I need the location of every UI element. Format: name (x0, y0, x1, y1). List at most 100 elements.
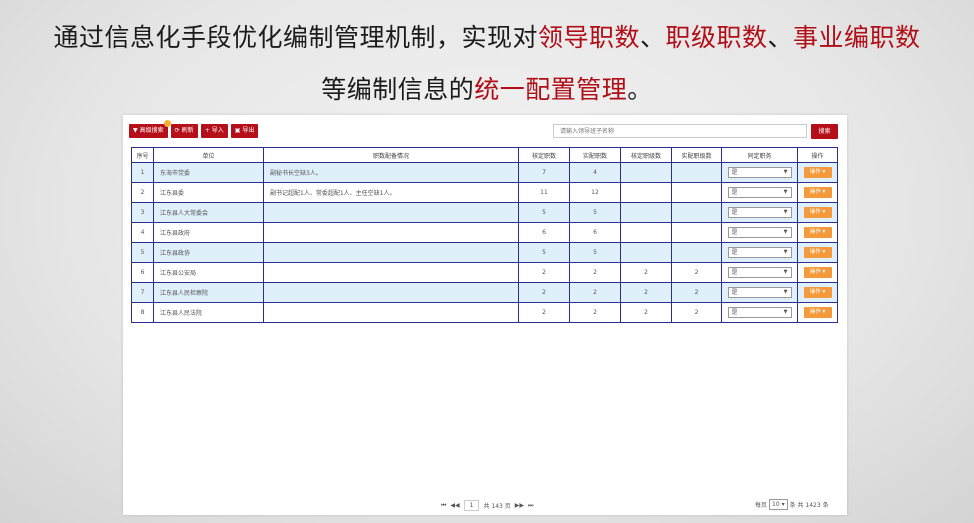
fixed-duty-select[interactable]: 是 ▼ (727, 307, 792, 318)
cell-fixed-duty: 是 ▼ (721, 182, 798, 203)
cell-actual-posts: 5 (569, 242, 621, 263)
col-header-actions: 操作 (797, 147, 838, 163)
chevron-down-icon: ▼ (783, 269, 788, 275)
table-row[interactable]: 1 东海市党委 副秘书长空缺3人。 7 4 是 ▼ 操作 ▾ (131, 162, 838, 183)
fixed-duty-select[interactable]: 是 ▼ (727, 187, 792, 198)
chevron-down-icon: ▼ (783, 229, 788, 235)
table-row[interactable]: 6 江东县公安局 2 2 2 2 是 ▼ 操作 ▾ (131, 262, 838, 283)
cell-actual-posts: 2 (569, 282, 621, 303)
cell-approved-ranks: 2 (620, 282, 672, 303)
search-input[interactable] (553, 124, 807, 138)
cell-index: 3 (131, 202, 154, 223)
cell-unit: 江东县政府 (153, 222, 264, 243)
cell-actual-ranks (671, 182, 722, 203)
cell-actions: 操作 ▾ (797, 262, 838, 283)
cell-approved-posts: 2 (518, 282, 570, 303)
cell-index: 7 (131, 282, 154, 303)
cell-fixed-duty: 是 ▼ (721, 302, 798, 323)
cell-staffing (263, 222, 519, 243)
title-text: 通过信息化手段优化编制管理机制，实现对 (53, 23, 538, 52)
refresh-button[interactable]: ⟳ 刷新 (170, 124, 198, 138)
import-button[interactable]: + 导入 (200, 124, 228, 138)
advanced-search-button[interactable]: ▼ 高级搜索 (129, 120, 171, 138)
row-actions-button[interactable]: 操作 ▾ (803, 207, 832, 218)
cell-actual-posts: 6 (569, 222, 621, 243)
export-label: 导出 (242, 127, 255, 134)
cell-index: 1 (131, 162, 154, 183)
page-size-select[interactable]: 10 ▾ (769, 499, 788, 510)
fixed-duty-value: 是 (731, 189, 738, 196)
title-highlight-leader-quota: 领导职数 (537, 23, 640, 52)
cell-approved-posts: 2 (518, 302, 570, 323)
page-size-area: 每页 10 ▾ 条 共 1423 条 (755, 499, 829, 510)
cell-fixed-duty: 是 ▼ (721, 282, 798, 303)
cell-fixed-duty: 是 ▼ (721, 202, 798, 223)
fixed-duty-value: 是 (731, 229, 738, 236)
table-row[interactable]: 5 江东县政协 5 5 是 ▼ 操作 ▾ (131, 242, 838, 263)
cell-approved-ranks (620, 182, 672, 203)
cell-approved-ranks (620, 202, 672, 223)
cell-actual-ranks: 2 (671, 262, 722, 283)
cell-fixed-duty: 是 ▼ (721, 162, 798, 183)
slide-title-line-2: 等编制信息的统一配置管理。 (0, 70, 974, 106)
total-pages-text: 共 143 页 (483, 503, 511, 510)
fixed-duty-select[interactable]: 是 ▼ (727, 167, 792, 178)
col-header-staffing: 职数配备情况 (263, 147, 519, 163)
prev-page-icon[interactable]: ◀◀ (450, 502, 459, 509)
last-page-icon[interactable]: ⏭ (528, 502, 533, 510)
row-actions-button[interactable]: 操作 ▾ (803, 247, 832, 258)
chevron-down-icon: ▼ (783, 169, 788, 175)
title-highlight-rank-quota: 职级职数 (665, 23, 768, 52)
cell-actual-posts: 2 (569, 302, 621, 323)
cell-unit: 江东县人大常委会 (153, 202, 264, 223)
row-actions-button[interactable]: 操作 ▾ (803, 167, 832, 178)
app-panel: ▼高级搜索 ⟳刷新 +导入 ▣导出 搜索 序号 单位 职数配备情况 核定职数 实… (123, 115, 847, 515)
table-row[interactable]: 8 江东县人民法院 2 2 2 2 是 ▼ 操作 ▾ (131, 302, 838, 323)
per-page-label: 每页 (755, 502, 768, 509)
title-highlight-institution-quota: 事业编职数 (793, 23, 921, 52)
table-row[interactable]: 3 江东县人大常委会 5 5 是 ▼ 操作 ▾ (131, 202, 838, 223)
cell-approved-posts: 5 (518, 242, 570, 263)
row-actions-button[interactable]: 操作 ▾ (803, 227, 832, 238)
refresh-label: 刷新 (181, 127, 194, 134)
title-separator: 、 (767, 23, 794, 52)
search-button[interactable]: 搜索 (811, 124, 838, 139)
table-row[interactable]: 4 江东县政府 6 6 是 ▼ 操作 ▾ (131, 222, 838, 243)
cell-actions: 操作 ▾ (797, 162, 838, 183)
row-actions-button[interactable]: 操作 ▾ (803, 287, 832, 298)
cell-fixed-duty: 是 ▼ (721, 262, 798, 283)
page-number-input[interactable]: 1 (463, 500, 480, 511)
toolbar: ▼ 高级搜索 ⟳ 刷新 + 导入 ▣ 导出 (129, 120, 259, 140)
col-header-actual-posts: 实配职数 (569, 147, 621, 163)
chevron-down-icon: ▼ (783, 249, 788, 255)
row-actions-button[interactable]: 操作 ▾ (803, 267, 832, 278)
first-page-icon[interactable]: ⏮ (441, 502, 446, 510)
fixed-duty-select[interactable]: 是 ▼ (727, 227, 792, 238)
fixed-duty-value: 是 (731, 269, 738, 276)
fixed-duty-value: 是 (731, 289, 738, 296)
fixed-duty-select[interactable]: 是 ▼ (727, 247, 792, 258)
fixed-duty-select[interactable]: 是 ▼ (727, 267, 792, 278)
cell-approved-ranks: 2 (620, 302, 672, 323)
table-row[interactable]: 2 江东县委 副书记超配1人、常委超配1人、主任空缺1人。 11 12 是 ▼ 操… (131, 182, 838, 203)
cell-staffing: 副秘书长空缺3人。 (263, 162, 519, 183)
col-header-approved-ranks: 核定职级数 (620, 147, 672, 163)
row-actions-button[interactable]: 操作 ▾ (803, 307, 832, 318)
row-actions-button[interactable]: 操作 ▾ (803, 187, 832, 198)
table-row[interactable]: 7 江东县人民检察院 2 2 2 2 是 ▼ 操作 ▾ (131, 282, 838, 303)
cell-approved-posts: 6 (518, 222, 570, 243)
title-highlight-unified-config: 统一配置管理 (474, 75, 628, 104)
chevron-down-icon: ▼ (783, 309, 788, 315)
cell-approved-posts: 5 (518, 202, 570, 223)
cell-actual-posts: 12 (569, 182, 621, 203)
cell-unit: 江东县人民检察院 (153, 282, 264, 303)
export-button[interactable]: ▣ 导出 (230, 124, 259, 138)
cell-actions: 操作 ▾ (797, 302, 838, 323)
cell-actual-posts: 2 (569, 262, 621, 283)
cell-unit: 东海市党委 (153, 162, 264, 183)
fixed-duty-select[interactable]: 是 ▼ (727, 207, 792, 218)
next-page-icon[interactable]: ▶▶ (515, 502, 524, 509)
title-period: 。 (627, 75, 653, 104)
fixed-duty-select[interactable]: 是 ▼ (727, 287, 792, 298)
table-header-row: 序号 单位 职数配备情况 核定职数 实配职数 核定职级数 实配职级数 同定职务 … (131, 147, 838, 163)
